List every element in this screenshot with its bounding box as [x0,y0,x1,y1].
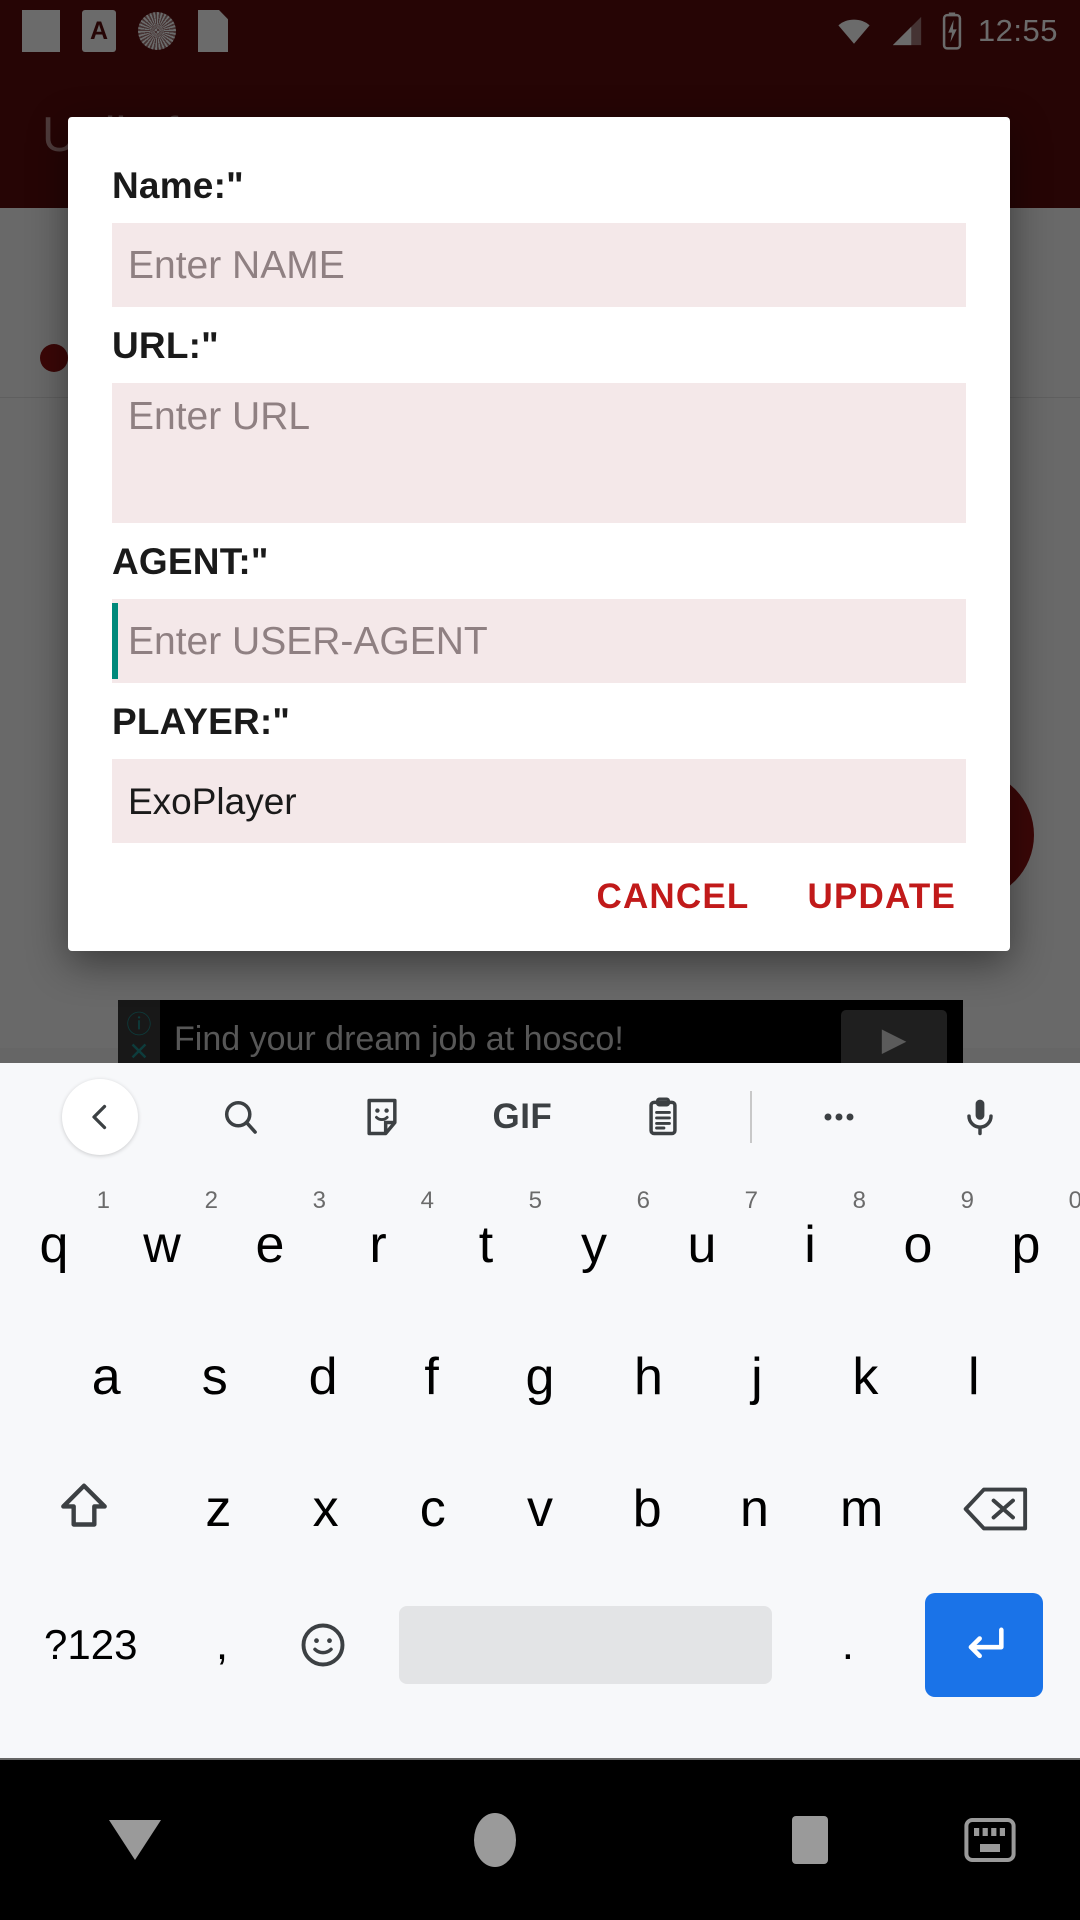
name-input-placeholder: Enter NAME [128,243,345,287]
key-f[interactable]: f [377,1311,485,1443]
url-input-placeholder: Enter URL [128,395,311,438]
name-input[interactable]: Enter NAME [112,223,966,307]
gif-label: GIF [492,1097,553,1136]
key-t[interactable]: 5t [432,1179,542,1311]
hide-keyboard-icon[interactable] [0,1820,270,1860]
key-label: i [804,1216,816,1274]
emoji-key[interactable] [272,1575,373,1715]
key-y[interactable]: 6y [540,1179,650,1311]
key-label: t [478,1216,494,1274]
emoji-icon [301,1623,345,1667]
user-agent-input-placeholder: Enter USER-AGENT [128,619,488,663]
period-key[interactable]: . [797,1575,898,1715]
key-i[interactable]: 8i [756,1179,866,1311]
key-label: q [39,1216,69,1274]
key-x[interactable]: x [272,1443,379,1575]
key-b[interactable]: b [594,1443,701,1575]
shift-key[interactable] [4,1443,165,1575]
backspace-icon [963,1487,1027,1531]
gif-icon[interactable]: GIF [452,1097,593,1137]
comma-key[interactable]: , [172,1575,273,1715]
home-icon[interactable] [270,1813,720,1867]
toolbar-back-button[interactable] [30,1079,171,1155]
shift-icon [61,1483,108,1527]
search-icon[interactable] [171,1095,312,1139]
clipboard-icon[interactable] [593,1095,734,1139]
text-caret [112,603,118,679]
key-a[interactable]: a [52,1311,160,1443]
key-label: w [143,1216,181,1274]
keyboard-row-2: a s d f g h j k l [0,1311,1080,1443]
enter-icon[interactable] [925,1593,1044,1697]
edit-entry-dialog: Name:" Enter NAME URL:" Enter URL AGENT:… [68,117,1010,951]
player-input[interactable]: ExoPlayer [112,759,966,843]
back-chevron-icon[interactable] [62,1079,139,1155]
url-input[interactable]: Enter URL [112,383,966,523]
key-l[interactable]: l [920,1311,1028,1443]
key-label: o [903,1216,933,1274]
update-button[interactable]: UPDATE [808,877,957,917]
keyboard-row-3: z x c v b n m [0,1443,1080,1575]
sticker-icon[interactable] [311,1095,452,1139]
agent-field-label: AGENT:" [112,541,269,582]
player-input-value: ExoPlayer [128,780,297,822]
more-options-icon[interactable] [769,1095,910,1139]
toolbar-divider [733,1091,768,1143]
key-u[interactable]: 7u [648,1179,758,1311]
key-q[interactable]: 1q [0,1179,110,1311]
name-field-label: Name:" [112,165,244,206]
key-hint: 0 [1068,1187,1080,1214]
keyboard-switcher-icon[interactable] [900,1816,1080,1864]
key-h[interactable]: h [594,1311,702,1443]
key-label: r [369,1216,387,1274]
key-w[interactable]: 2w [108,1179,218,1311]
navigation-bar [0,1760,1080,1920]
key-label: p [1011,1216,1041,1274]
enter-key[interactable] [898,1575,1070,1715]
key-c[interactable]: c [379,1443,486,1575]
key-s[interactable]: s [160,1311,268,1443]
key-label: e [255,1216,285,1274]
key-label: y [581,1216,607,1274]
recents-icon[interactable] [720,1816,900,1864]
backspace-key[interactable] [915,1443,1076,1575]
cancel-button[interactable]: CANCEL [596,877,749,917]
space-key[interactable] [373,1575,797,1715]
key-j[interactable]: j [703,1311,811,1443]
key-v[interactable]: v [486,1443,593,1575]
user-agent-input[interactable]: Enter USER-AGENT [112,599,966,683]
dialog-action-bar: CANCEL UPDATE [112,843,966,951]
microphone-icon[interactable] [909,1095,1050,1139]
key-e[interactable]: 3e [216,1179,326,1311]
key-k[interactable]: k [811,1311,919,1443]
key-p[interactable]: 0p [972,1179,1080,1311]
phone-screen: A 12:55 Unlistforms [0,0,1080,1920]
on-screen-keyboard: GIF 1q 2w 3e 4r 5t 6y 7u 8 i 9 o 0 p a s… [0,1063,1080,1758]
key-m[interactable]: m [808,1443,915,1575]
key-label: u [687,1216,717,1274]
keyboard-row-1: 1q 2w 3e 4r 5t 6y 7u 8i 9o 0p [0,1179,1080,1311]
key-d[interactable]: d [269,1311,377,1443]
key-r[interactable]: 4r [324,1179,434,1311]
url-field-label: URL:" [112,325,219,366]
key-z[interactable]: z [165,1443,272,1575]
key-o[interactable]: 9o [864,1179,974,1311]
key-n[interactable]: n [701,1443,808,1575]
player-field-label: PLAYER:" [112,701,291,742]
symbols-key[interactable]: ?123 [10,1575,172,1715]
keyboard-toolbar: GIF [0,1063,1080,1171]
key-g[interactable]: g [486,1311,594,1443]
keyboard-rows: 1q 2w 3e 4r 5t 6y 7u 8i 9o 0p a s d f g … [0,1171,1080,1715]
keyboard-row-4: ?123 , . [0,1575,1080,1715]
